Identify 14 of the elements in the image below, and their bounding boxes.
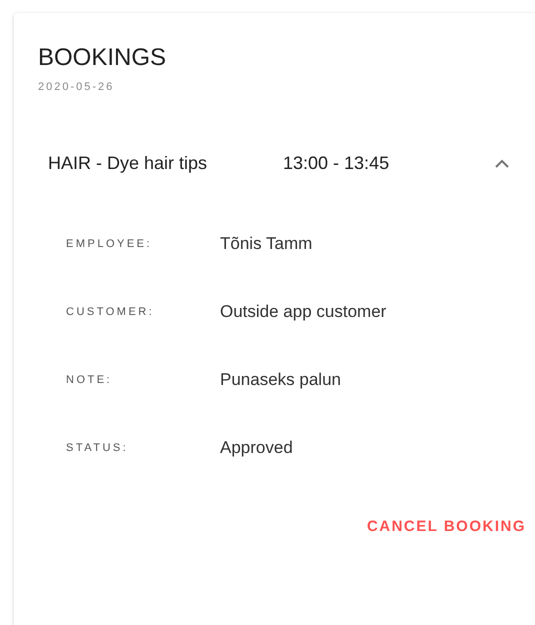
detail-label: STATUS: (66, 442, 130, 454)
booking-time: 13:00 - 13:45 (283, 152, 390, 174)
detail-label: EMPLOYEE: (66, 238, 154, 250)
detail-value: Punaseks palun (220, 370, 341, 390)
card-title: BOOKINGS (38, 43, 168, 73)
detail-label: NOTE: (66, 374, 114, 386)
date-subtitle: 2020-05-26 (38, 81, 116, 93)
chevron-icon (495, 158, 509, 168)
service-name: HAIR - Dye hair tips (48, 152, 208, 174)
detail-value: Approved (220, 438, 293, 458)
booking-header[interactable]: HAIR - Dye hair tips 13:00 - 13:45 (38, 148, 535, 178)
detail-value: Tõnis Tamm (220, 234, 312, 254)
detail-label: CUSTOMER: (66, 306, 156, 318)
detail-value: Outside app customer (220, 302, 386, 322)
